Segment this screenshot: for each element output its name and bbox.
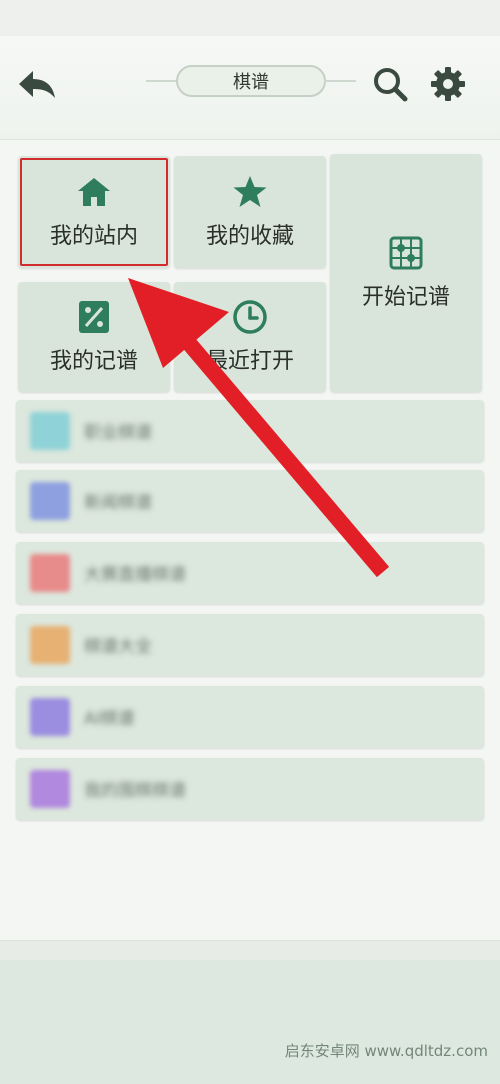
tile-recently-opened[interactable]: 最近打开 — [174, 282, 326, 392]
tile-label: 我的记谱 — [49, 349, 138, 374]
list-thumb-icon — [30, 770, 70, 808]
list-item-label: 棋谱大全 — [84, 637, 152, 657]
bottom-panel — [0, 960, 500, 1084]
tile-label: 我的站内 — [49, 224, 138, 249]
watermark: 启东安卓网 www.qdltdz.com — [284, 1042, 488, 1060]
back-button[interactable] — [14, 66, 58, 102]
list-thumb-icon — [30, 412, 70, 450]
list-thumb-icon — [30, 554, 70, 592]
tile-label: 最近打开 — [205, 349, 294, 374]
tile-my-favorites[interactable]: 我的收藏 — [174, 156, 326, 268]
list-item-label: 职业棋谱 — [84, 423, 152, 443]
list-item[interactable]: 棋谱大全 — [16, 614, 484, 676]
star-icon — [233, 176, 267, 207]
tile-label: 开始记谱 — [361, 285, 450, 310]
search-button[interactable] — [370, 64, 410, 104]
list-item-label: 新闻棋谱 — [84, 493, 152, 513]
back-arrow-icon — [19, 71, 55, 98]
list-item-label: AI棋谱 — [84, 709, 135, 729]
gear-icon — [431, 67, 465, 101]
tile-label: 我的收藏 — [205, 224, 294, 249]
go-board-icon — [389, 236, 423, 270]
list-item[interactable]: 我的围棋棋谱 — [16, 758, 484, 820]
title-line-left — [146, 80, 178, 82]
bottom-divider — [0, 940, 500, 960]
status-bar-strip — [0, 0, 500, 36]
tile-my-records[interactable]: 我的记谱 — [18, 282, 170, 392]
app-header: 棋谱 — [0, 36, 500, 140]
list-thumb-icon — [30, 698, 70, 736]
settings-button[interactable] — [428, 64, 468, 104]
list-item[interactable]: 职业棋谱 — [16, 400, 484, 462]
page-title: 棋谱 — [176, 65, 326, 97]
list-item[interactable]: 新闻棋谱 — [16, 470, 484, 532]
title-line-right — [324, 80, 356, 82]
home-icon — [78, 178, 110, 206]
list-thumb-icon — [30, 482, 70, 520]
list-item[interactable]: 大赛直播棋谱 — [16, 542, 484, 604]
tile-start-recording[interactable]: 开始记谱 — [330, 154, 482, 392]
search-icon — [374, 68, 408, 102]
tile-my-site[interactable]: 我的站内 — [18, 156, 170, 268]
record-book-icon — [79, 301, 109, 333]
clock-icon — [233, 300, 267, 334]
list-item-label: 我的围棋棋谱 — [84, 781, 186, 801]
list-item-label: 大赛直播棋谱 — [84, 565, 186, 585]
list-thumb-icon — [30, 626, 70, 664]
list-item[interactable]: AI棋谱 — [16, 686, 484, 748]
